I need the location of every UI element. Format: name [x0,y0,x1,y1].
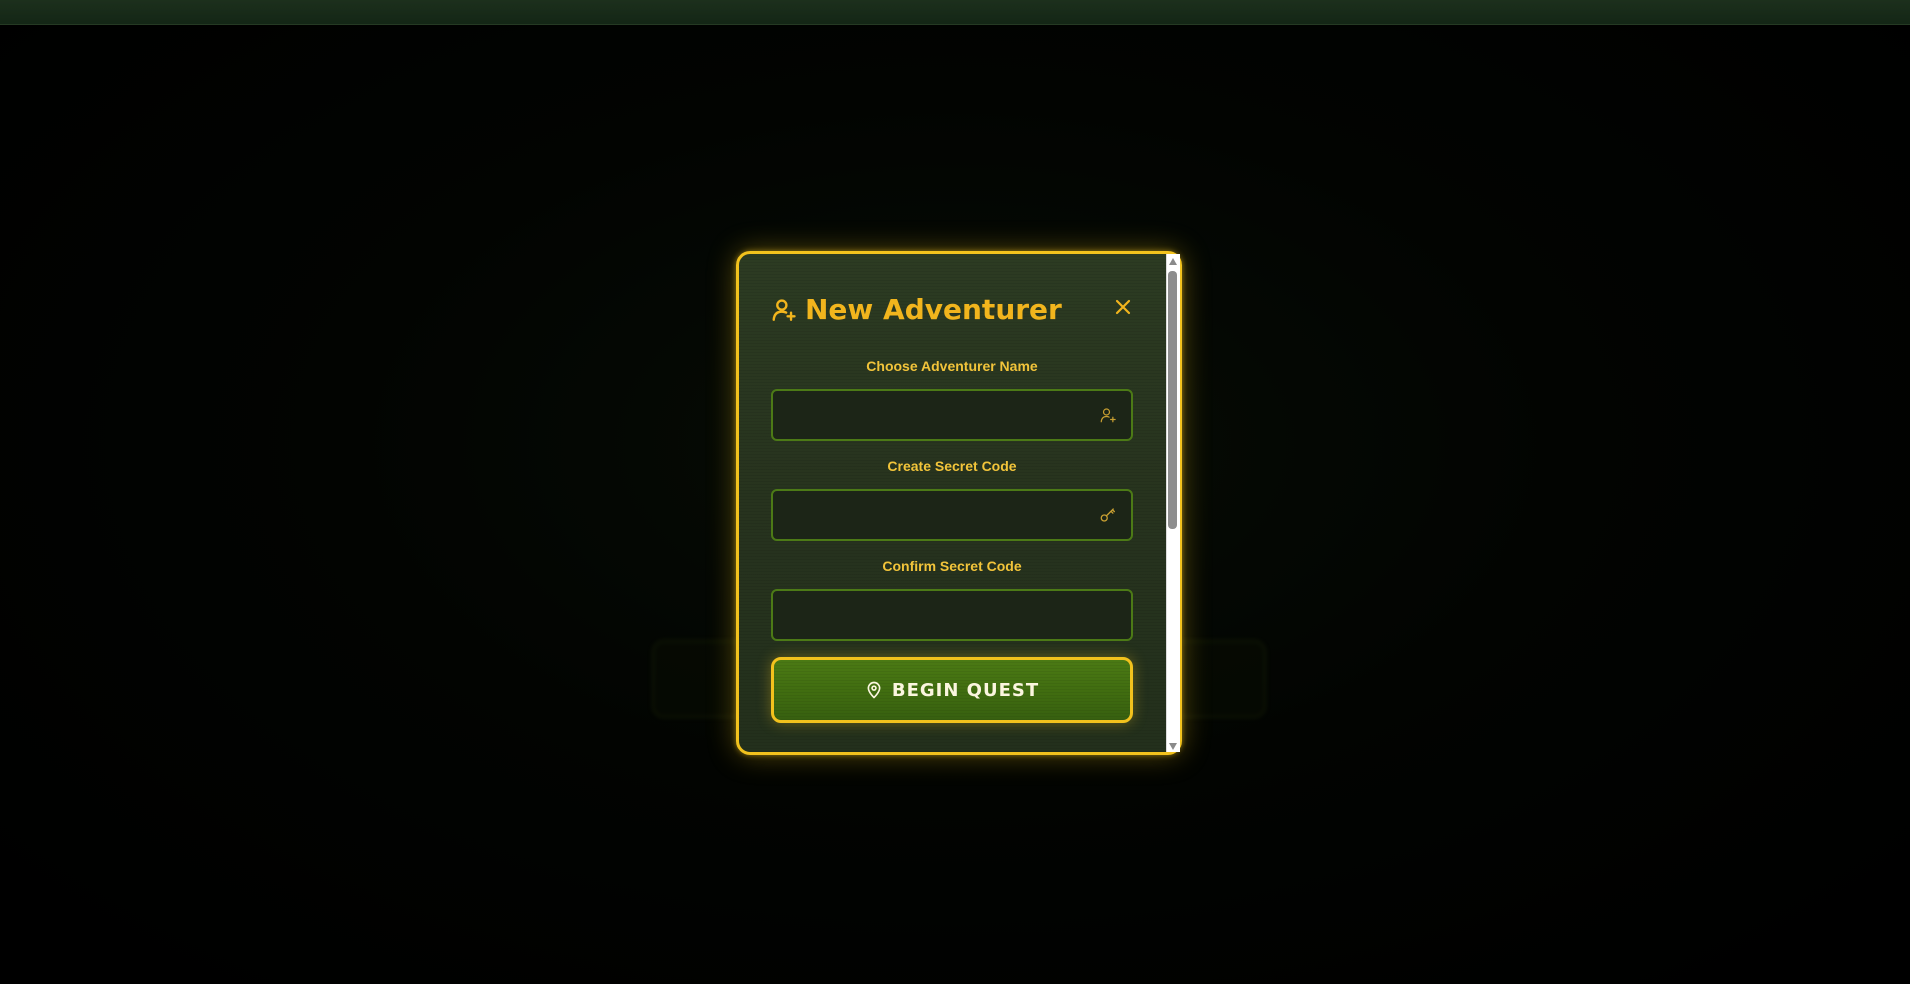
key-icon [1100,508,1116,522]
confirm-code-field[interactable] [771,589,1133,641]
page: New Adventurer Choose Adventurer Name Cr… [0,0,1910,984]
new-adventurer-modal: New Adventurer Choose Adventurer Name Cr… [736,251,1182,755]
modal-title: New Adventurer [805,293,1062,326]
confirm-code-label: Confirm Secret Code [882,558,1022,574]
user-plus-icon [772,299,796,321]
begin-quest-label: BEGIN QUEST [891,679,1040,701]
scrollbar-thumb[interactable] [1168,271,1177,529]
close-icon[interactable] [1112,296,1134,318]
modal-header: New Adventurer [771,290,1131,330]
adventurer-name-input[interactable] [773,391,1093,439]
adventurer-name-field[interactable] [771,389,1133,441]
adventurer-name-label: Choose Adventurer Name [866,358,1038,374]
user-plus-icon [1100,408,1116,423]
secret-code-input[interactable] [773,491,1093,539]
scroll-up-arrow-icon[interactable] [1169,258,1177,265]
begin-quest-button[interactable]: BEGIN QUEST [771,657,1133,723]
map-pin-icon [867,681,881,699]
scroll-down-arrow-icon[interactable] [1169,743,1177,750]
secret-code-label: Create Secret Code [887,458,1017,474]
secret-code-field[interactable] [771,489,1133,541]
confirm-code-input[interactable] [773,591,1093,639]
